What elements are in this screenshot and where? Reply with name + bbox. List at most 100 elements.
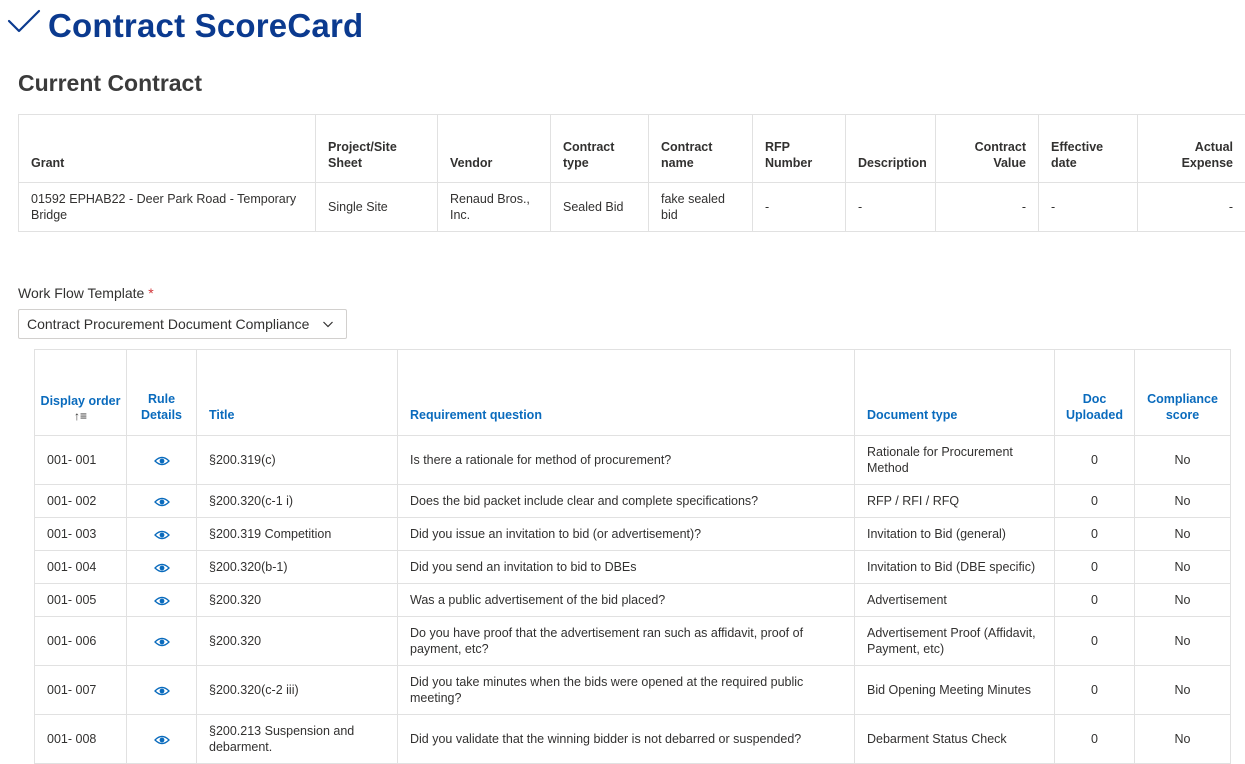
col-header-rule-details[interactable]: Rule Details: [127, 350, 197, 436]
compliance-score-cell: No: [1135, 617, 1231, 666]
rule-details-cell[interactable]: [127, 666, 197, 715]
doc-uploaded-cell: 0: [1055, 436, 1135, 485]
col-header-contract-name[interactable]: Contract name: [649, 115, 753, 183]
requirement-question-cell: Do you have proof that the advertisement…: [398, 617, 855, 666]
effective-date-cell: -: [1039, 183, 1138, 232]
contract-value-cell: -: [936, 183, 1039, 232]
display-order-cell: 001- 004: [35, 551, 127, 584]
rule-details-cell[interactable]: [127, 715, 197, 764]
compliance-score-cell: No: [1135, 518, 1231, 551]
section-title-current-contract: Current Contract: [18, 70, 202, 97]
chevron-down-icon: [322, 318, 334, 330]
checkmark-icon: [6, 3, 42, 39]
actual-expense-cell: -: [1138, 183, 1245, 232]
col-header-grant[interactable]: Grant: [19, 115, 316, 183]
title-cell: §200.319(c): [197, 436, 398, 485]
requirement-question-cell: Is there a rationale for method of procu…: [398, 436, 855, 485]
title-cell: §200.320: [197, 584, 398, 617]
title-cell: §200.320: [197, 617, 398, 666]
eye-icon[interactable]: [154, 595, 170, 607]
rule-details-cell[interactable]: [127, 551, 197, 584]
table-row[interactable]: 001- 008 §200.213 Suspension and debarmen…: [35, 715, 1231, 764]
document-type-cell: Debarment Status Check: [855, 715, 1055, 764]
table-row[interactable]: 01592 EPHAB22 - Deer Park Road - Tempora…: [19, 183, 1245, 232]
col-header-vendor[interactable]: Vendor: [438, 115, 551, 183]
display-order-cell: 001- 005: [35, 584, 127, 617]
eye-icon[interactable]: [154, 529, 170, 541]
col-header-document-type[interactable]: Document type: [855, 350, 1055, 436]
compliance-score-cell: No: [1135, 551, 1231, 584]
requirements-table: Display order ↑≡ Rule Details Title Requ…: [34, 349, 1231, 764]
doc-uploaded-cell: 0: [1055, 617, 1135, 666]
col-header-project[interactable]: Project/Site Sheet: [316, 115, 438, 183]
title-cell: §200.320(c-1 i): [197, 485, 398, 518]
requirement-question-cell: Does the bid packet include clear and co…: [398, 485, 855, 518]
display-order-cell: 001- 007: [35, 666, 127, 715]
doc-uploaded-cell: 0: [1055, 485, 1135, 518]
table-row[interactable]: 001- 005 §200.320Was a public advertiseme…: [35, 584, 1231, 617]
rule-details-cell[interactable]: [127, 518, 197, 551]
eye-icon[interactable]: [154, 562, 170, 574]
col-header-display-order[interactable]: Display order ↑≡: [35, 350, 127, 436]
col-header-actual-expense[interactable]: Actual Expense: [1138, 115, 1245, 183]
sort-ascending-icon[interactable]: ↑≡: [39, 409, 122, 423]
requirement-question-cell: Did you send an invitation to bid to DBE…: [398, 551, 855, 584]
eye-icon[interactable]: [154, 734, 170, 746]
rule-details-cell[interactable]: [127, 436, 197, 485]
rfp-number-cell: -: [753, 183, 846, 232]
compliance-score-cell: No: [1135, 584, 1231, 617]
document-type-cell: Advertisement: [855, 584, 1055, 617]
col-header-description[interactable]: Description: [846, 115, 936, 183]
doc-uploaded-cell: 0: [1055, 715, 1135, 764]
requirement-question-cell: Did you issue an invitation to bid (or a…: [398, 518, 855, 551]
rule-details-cell[interactable]: [127, 617, 197, 666]
eye-icon[interactable]: [154, 496, 170, 508]
compliance-score-cell: No: [1135, 485, 1231, 518]
description-cell: -: [846, 183, 936, 232]
document-type-cell: Invitation to Bid (DBE specific): [855, 551, 1055, 584]
display-order-cell: 001- 008: [35, 715, 127, 764]
title-cell: §200.320(c-2 iii): [197, 666, 398, 715]
compliance-score-cell: No: [1135, 436, 1231, 485]
workflow-template-dropdown[interactable]: Contract Procurement Document Compliance: [18, 309, 347, 339]
page-title: Contract ScoreCard: [48, 7, 363, 45]
display-order-cell: 001- 001: [35, 436, 127, 485]
col-header-title[interactable]: Title: [197, 350, 398, 436]
display-order-label: Display order: [41, 394, 121, 408]
table-row[interactable]: 001- 006§200.320Do you have proof that t…: [35, 617, 1231, 666]
col-header-rfp-number[interactable]: RFP Number: [753, 115, 846, 183]
compliance-score-cell: No: [1135, 715, 1231, 764]
col-header-contract-type[interactable]: Contract type: [551, 115, 649, 183]
required-indicator: *: [148, 285, 153, 301]
table-row[interactable]: 001- 002§200.320(c-1 i)Does the bid pack…: [35, 485, 1231, 518]
doc-uploaded-cell: 0: [1055, 584, 1135, 617]
document-type-cell: Rationale for Procurement Method: [855, 436, 1055, 485]
dropdown-selected-value: Contract Procurement Document Compliance: [27, 316, 322, 332]
title-cell: §200.213 Suspension and debarment.: [197, 715, 398, 764]
current-contract-table: Grant Project/Site Sheet Vendor Contract…: [18, 114, 1245, 232]
document-type-cell: Advertisement Proof (Affidavit, Payment,…: [855, 617, 1055, 666]
table-row[interactable]: 001- 007§200.320(c-2 iii)Did you take mi…: [35, 666, 1231, 715]
rule-details-cell[interactable]: [127, 584, 197, 617]
table-row[interactable]: 001- 003§200.319 CompetitionDid you issu…: [35, 518, 1231, 551]
eye-icon[interactable]: [154, 636, 170, 648]
table-header-row: Display order ↑≡ Rule Details Title Requ…: [35, 350, 1231, 436]
display-order-cell: 001- 003: [35, 518, 127, 551]
col-header-doc-uploaded[interactable]: Doc Uploaded: [1055, 350, 1135, 436]
doc-uploaded-cell: 0: [1055, 551, 1135, 584]
eye-icon[interactable]: [154, 455, 170, 467]
col-header-contract-value[interactable]: Contract Value: [936, 115, 1039, 183]
col-header-compliance-score[interactable]: Compliance score: [1135, 350, 1231, 436]
col-header-effective-date[interactable]: Effective date: [1039, 115, 1138, 183]
table-row[interactable]: 001- 004 §200.320(b-1)Did you send an inv…: [35, 551, 1231, 584]
eye-icon[interactable]: [154, 685, 170, 697]
title-cell: §200.320(b-1): [197, 551, 398, 584]
workflow-template-label: Work Flow Template *: [18, 285, 154, 301]
page-header: Contract ScoreCard: [6, 4, 363, 48]
grant-cell: 01592 EPHAB22 - Deer Park Road - Tempora…: [19, 183, 316, 232]
col-header-requirement-question[interactable]: Requirement question: [398, 350, 855, 436]
contract-type-cell: Sealed Bid: [551, 183, 649, 232]
requirement-question-cell: Was a public advertisement of the bid pl…: [398, 584, 855, 617]
rule-details-cell[interactable]: [127, 485, 197, 518]
table-row[interactable]: 001- 001 §200.319(c)Is there a rationale …: [35, 436, 1231, 485]
